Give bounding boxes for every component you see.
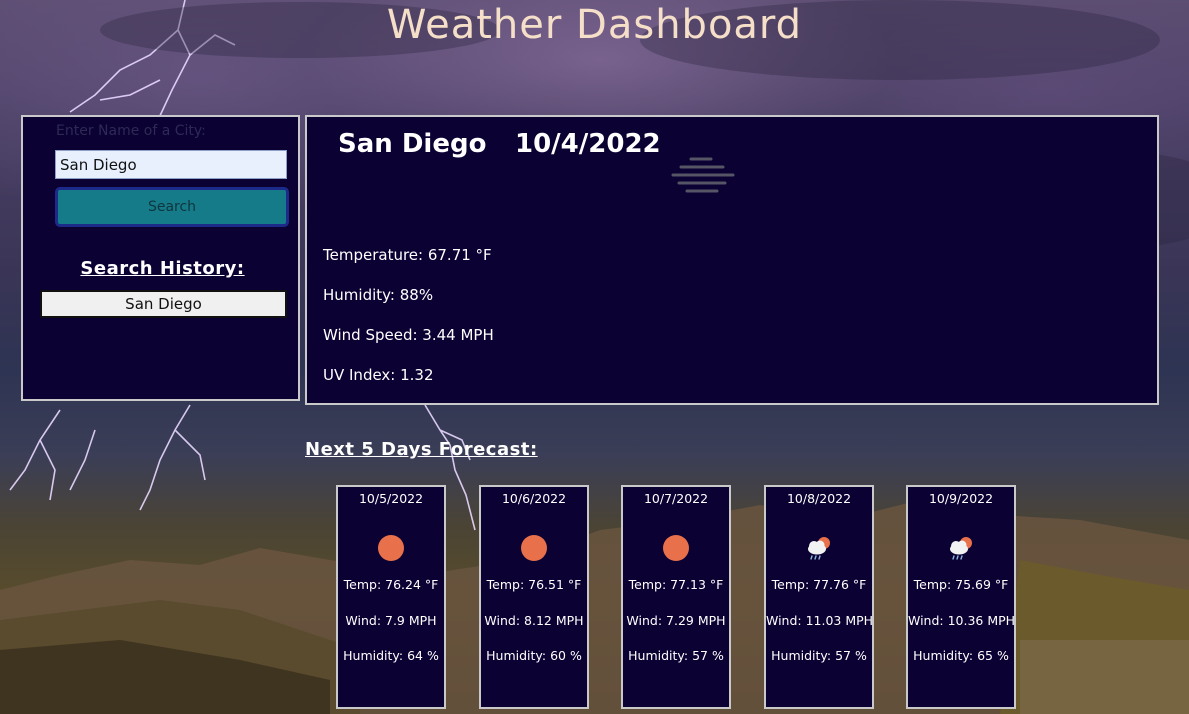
forecast-temp: Temp: 76.51 °F (486, 577, 582, 592)
forecast-humidity: Humidity: 60 % (486, 648, 582, 663)
current-temperature: Temperature: 67.71 °F (323, 246, 492, 264)
city-search-input[interactable] (55, 150, 287, 179)
current-date: 10/4/2022 (515, 129, 661, 159)
forecast-card: 10/8/2022 Temp: 77.76 °F Wind: 11.03 MPH… (764, 485, 874, 709)
forecast-temp: Temp: 75.69 °F (913, 577, 1009, 592)
mist-icon (671, 157, 735, 193)
rain-cloud-sun-icon (808, 537, 830, 560)
forecast-card: 10/9/2022 Temp: 75.69 °F Wind: 10.36 MPH… (906, 485, 1016, 709)
forecast-date: 10/9/2022 (928, 491, 994, 506)
forecast-humidity: Humidity: 64 % (343, 648, 439, 663)
forecast-wind: Wind: 11.03 MPH (766, 613, 874, 628)
forecast-temp: Temp: 76.24 °F (343, 577, 439, 592)
forecast-wind: Wind: 8.12 MPH (484, 613, 584, 628)
forecast-date: 10/7/2022 (643, 491, 709, 506)
forecast-temp: Temp: 77.13 °F (628, 577, 724, 592)
current-wind-speed: Wind Speed: 3.44 MPH (323, 326, 494, 344)
current-city-name: San Diego (338, 129, 487, 159)
sun-icon (378, 535, 404, 561)
forecast-card: 10/5/2022 Temp: 76.24 °F Wind: 7.9 MPH H… (336, 485, 446, 709)
forecast-wind: Wind: 7.29 MPH (626, 613, 726, 628)
forecast-card: 10/7/2022 Temp: 77.13 °F Wind: 7.29 MPH … (621, 485, 731, 709)
forecast-temp: Temp: 77.76 °F (771, 577, 867, 592)
search-history-item[interactable]: San Diego (40, 290, 287, 318)
forecast-date: 10/5/2022 (358, 491, 424, 506)
search-panel: Enter Name of a City: Search Search Hist… (21, 115, 300, 401)
sun-icon (663, 535, 689, 561)
search-label: Enter Name of a City: (56, 123, 206, 139)
search-history-heading: Search History: (80, 258, 245, 279)
rain-cloud-sun-icon (950, 537, 972, 560)
forecast-wind: Wind: 10.36 MPH (908, 613, 1016, 628)
forecast-wind: Wind: 7.9 MPH (345, 613, 437, 628)
forecast-humidity: Humidity: 57 % (771, 648, 867, 663)
forecast-humidity: Humidity: 57 % (628, 648, 724, 663)
search-button[interactable]: Search (55, 187, 289, 227)
current-humidity: Humidity: 88% (323, 286, 434, 304)
sun-icon (521, 535, 547, 561)
current-weather-panel: San Diego 10/4/2022 Temperature: 67.71 °… (305, 115, 1159, 405)
page-title: Weather Dashboard (386, 2, 803, 48)
current-uv-index: UV Index: 1.32 (323, 366, 434, 384)
forecast-humidity: Humidity: 65 % (913, 648, 1009, 663)
forecast-card: 10/6/2022 Temp: 76.51 °F Wind: 8.12 MPH … (479, 485, 589, 709)
forecast-date: 10/6/2022 (501, 491, 567, 506)
forecast-heading: Next 5 Days Forecast: (305, 439, 538, 460)
forecast-date: 10/8/2022 (786, 491, 852, 506)
